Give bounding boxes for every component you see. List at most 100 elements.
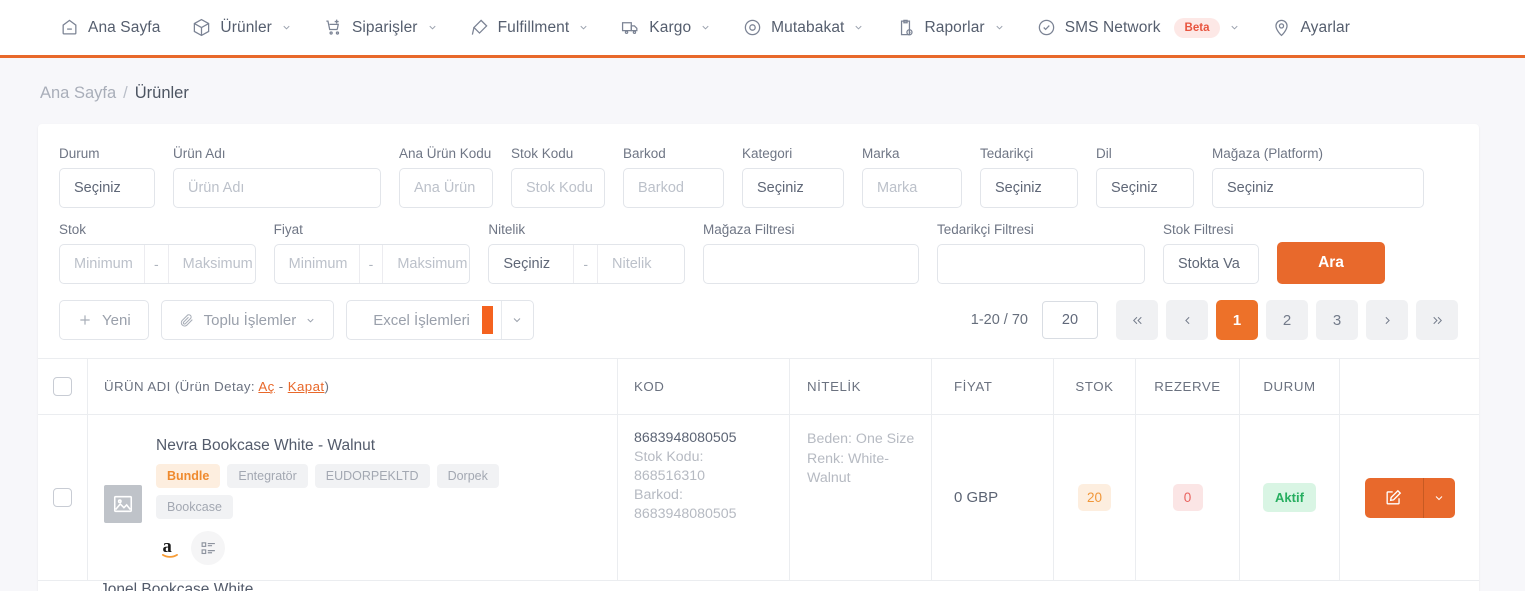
filter-select[interactable]: Stokta Va [1163, 244, 1260, 284]
filter-input[interactable]: Ana Ürün [399, 168, 493, 208]
pagination-page-2[interactable]: 2 [1266, 300, 1308, 340]
new-button[interactable]: Yeni [59, 300, 149, 340]
chevron-down-icon [305, 315, 316, 326]
filter-label: Durum [59, 146, 100, 161]
filter-label: Marka [862, 146, 900, 161]
filter-input[interactable] [937, 244, 1146, 284]
filter-select[interactable]: Seçiniz [59, 168, 155, 208]
excel-operations-button[interactable]: Excel İşlemleri [347, 301, 501, 339]
status-badge-beta: Beta [1173, 17, 1221, 38]
filter-select[interactable]: Seçiniz [1096, 168, 1194, 208]
product-code-cell: 8683948080505 Stok Kodu: 868516310 Barko… [618, 415, 790, 580]
filter-range-min[interactable]: Minimum [275, 245, 359, 283]
detail-dash: - [274, 379, 288, 394]
truck-icon [621, 18, 640, 37]
detail-open-link[interactable]: Aç [258, 379, 274, 394]
nav-item-urunler[interactable]: Ürünler [176, 0, 308, 55]
filter-select[interactable]: Seçiniz [742, 168, 844, 208]
nav-label: Siparişler [351, 18, 418, 36]
breadcrumb-parent[interactable]: Ana Sayfa [40, 84, 116, 103]
pagination-last-button[interactable] [1416, 300, 1458, 340]
nav-label: Raporlar [924, 18, 985, 36]
filter-group: Ana Ürün Kodu Ana Ürün [399, 146, 511, 208]
pagination-page-1[interactable]: 1 [1216, 300, 1258, 340]
filter-label: Fiyat [273, 222, 303, 237]
filter-label: Ana Ürün Kodu [399, 146, 492, 161]
check-circle-icon [1037, 18, 1056, 37]
pin-icon [470, 18, 489, 37]
tag-brand: Dorpek [436, 464, 499, 488]
filter-input[interactable]: Ürün Adı [173, 168, 381, 208]
edit-button[interactable] [1365, 478, 1423, 518]
tag-supplier: EUDORPEKLTD [314, 464, 430, 488]
nav-item-sms-network[interactable]: SMS Network Beta [1021, 0, 1257, 55]
row-actions-dropdown-toggle[interactable] [1422, 477, 1455, 518]
nav-item-raporlar[interactable]: Raporlar [880, 0, 1020, 55]
price-cell: 0 GBP [932, 415, 1054, 580]
clipboard-icon [896, 18, 915, 37]
filter-group: Stok Kodu Stok Kodu [511, 146, 623, 208]
filter-label: Tedarikçi [980, 146, 1034, 161]
page-size-input[interactable]: 20 [1042, 301, 1098, 339]
products-card: Durum Seçiniz Ürün Adı Ürün Adı Ana Ürün Kod… [38, 124, 1479, 591]
filter-range-min[interactable]: Minimum [60, 245, 144, 283]
price-value: 0 GBP [954, 489, 999, 506]
column-header-rezerve: REZERVE [1136, 359, 1240, 414]
detail-close-link[interactable]: Kapat [288, 379, 325, 394]
filter-input[interactable]: Stok Kodu [511, 168, 605, 208]
bulk-operations-button[interactable]: Toplu İşlemler [160, 300, 335, 340]
filter-range-max[interactable]: Maksimum [169, 245, 255, 283]
pagination-page-3[interactable]: 3 [1316, 300, 1358, 340]
barcode-value: 8683948080505 [634, 505, 737, 522]
filter-input[interactable]: Barkod [623, 168, 724, 208]
filter-group: Nitelik Seçiniz - Nitelik [488, 222, 703, 284]
filter-select[interactable]: Seçiniz [980, 168, 1078, 208]
filter-range: Minimum - Maksimum [59, 244, 256, 284]
reserved-cell: 0 [1136, 415, 1240, 580]
product-info: Nevra Bookcase White - Walnut Bundle Ent… [156, 437, 546, 565]
row-checkbox[interactable] [53, 488, 72, 507]
nav-item-mutabakat[interactable]: Mutabakat [727, 0, 880, 55]
platform-icons: a [156, 531, 546, 565]
filter-input[interactable]: Marka [862, 168, 962, 208]
table-body: Nevra Bookcase White - Walnut Bundle Ent… [38, 414, 1479, 591]
column-header-kod: KOD [618, 359, 790, 414]
filter-select[interactable]: Seçiniz [1212, 168, 1424, 208]
column-header-fiyat: FİYAT [932, 359, 1054, 414]
tag-entegrator: Entegratör [227, 464, 308, 488]
filter-range-separator: - [144, 245, 169, 283]
chevron-down-icon [427, 22, 438, 33]
chevron-down-icon [994, 22, 1005, 33]
svg-text:a: a [162, 536, 172, 557]
pagination-first-button[interactable] [1116, 300, 1158, 340]
nav-label: Mutabakat [771, 18, 845, 36]
excel-dropdown-toggle[interactable] [500, 301, 533, 339]
filter-range-max[interactable]: Nitelik [598, 245, 684, 283]
filter-range-max[interactable]: Maksimum [383, 245, 469, 283]
pagination-prev-button[interactable] [1166, 300, 1208, 340]
breadcrumb-separator: / [123, 84, 128, 102]
pagination-next-button[interactable] [1366, 300, 1408, 340]
filter-label: Nitelik [488, 222, 526, 237]
nav-item-siparisler[interactable]: Siparişler [308, 0, 454, 55]
filter-label: Tedarikçi Filtresi [937, 222, 1034, 237]
new-button-label: Yeni [102, 311, 131, 329]
status-cell: Aktif [1240, 415, 1340, 580]
filter-range-min[interactable]: Seçiniz [489, 245, 573, 283]
excel-operations-group: Excel İşlemleri [346, 300, 534, 340]
nav-item-ana-sayfa[interactable]: Ana Sayfa [44, 0, 176, 55]
select-all-checkbox[interactable] [53, 377, 72, 396]
chevron-down-icon [1229, 22, 1240, 33]
nav-item-fulfillment[interactable]: Fulfillment [454, 0, 606, 55]
nav-item-kargo[interactable]: Kargo [605, 0, 727, 55]
filter-group: Tedarikçi Seçiniz [980, 146, 1096, 208]
tag-category: Bookcase [156, 495, 233, 519]
chevron-down-icon [281, 22, 292, 33]
column-header-actions [1340, 359, 1479, 414]
search-button[interactable]: Ara [1277, 242, 1386, 284]
select-all-cell [38, 359, 88, 414]
filter-input[interactable] [703, 244, 920, 284]
nav-label: Kargo [649, 18, 692, 36]
nav-item-ayarlar[interactable]: Ayarlar [1256, 0, 1366, 55]
filter-label: Barkod [623, 146, 666, 161]
